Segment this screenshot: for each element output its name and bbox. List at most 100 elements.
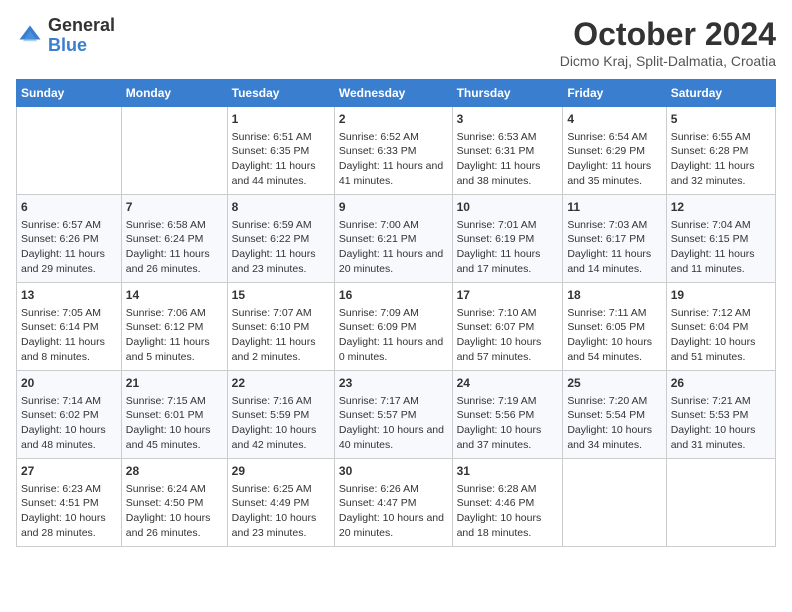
day-number: 5 [671,111,771,128]
calendar-cell: 25 Sunrise: 7:20 AMSunset: 5:54 PMDayligh… [563,371,666,459]
calendar-cell [121,107,227,195]
day-detail: Sunrise: 7:03 AMSunset: 6:17 PMDaylight:… [567,218,661,277]
header-day: Friday [563,80,666,107]
title-block: October 2024 Dicmo Kraj, Split-Dalmatia,… [560,16,776,69]
day-detail: Sunrise: 6:52 AMSunset: 6:33 PMDaylight:… [339,130,448,189]
day-detail: Sunrise: 6:58 AMSunset: 6:24 PMDaylight:… [126,218,223,277]
calendar-cell: 28 Sunrise: 6:24 AMSunset: 4:50 PMDayligh… [121,459,227,547]
logo: General Blue [16,16,115,56]
day-detail: Sunrise: 6:55 AMSunset: 6:28 PMDaylight:… [671,130,771,189]
calendar-cell: 18 Sunrise: 7:11 AMSunset: 6:05 PMDayligh… [563,283,666,371]
day-number: 6 [21,199,117,216]
calendar-cell: 7 Sunrise: 6:58 AMSunset: 6:24 PMDaylight… [121,195,227,283]
calendar-week-row: 27 Sunrise: 6:23 AMSunset: 4:51 PMDayligh… [17,459,776,547]
day-number: 25 [567,375,661,392]
day-number: 16 [339,287,448,304]
day-number: 3 [457,111,559,128]
day-detail: Sunrise: 7:12 AMSunset: 6:04 PMDaylight:… [671,306,771,365]
calendar-cell: 22Sunrise: 7:16 AMSunset: 5:59 PMDayligh… [227,371,334,459]
day-number: 30 [339,463,448,480]
calendar-cell: 2 Sunrise: 6:52 AMSunset: 6:33 PMDaylight… [334,107,452,195]
calendar-cell: 26 Sunrise: 7:21 AMSunset: 5:53 PMDayligh… [666,371,775,459]
day-number: 26 [671,375,771,392]
calendar-cell: 1 Sunrise: 6:51 AMSunset: 6:35 PMDaylight… [227,107,334,195]
calendar-cell: 9 Sunrise: 7:00 AMSunset: 6:21 PMDaylight… [334,195,452,283]
calendar-cell: 24Sunrise: 7:19 AMSunset: 5:56 PMDayligh… [452,371,563,459]
month-title: October 2024 [560,16,776,53]
day-detail: Sunrise: 7:14 AMSunset: 6:02 PMDaylight:… [21,394,117,453]
calendar-cell: 8 Sunrise: 6:59 AMSunset: 6:22 PMDaylight… [227,195,334,283]
day-detail: Sunrise: 6:51 AMSunset: 6:35 PMDaylight:… [232,130,330,189]
day-detail: Sunrise: 6:59 AMSunset: 6:22 PMDaylight:… [232,218,330,277]
day-detail: Sunrise: 7:05 AMSunset: 6:14 PMDaylight:… [21,306,117,365]
day-number: 8 [232,199,330,216]
calendar-cell [666,459,775,547]
calendar-cell [17,107,122,195]
calendar-cell: 19 Sunrise: 7:12 AMSunset: 6:04 PMDayligh… [666,283,775,371]
day-number: 19 [671,287,771,304]
day-number: 27 [21,463,117,480]
day-detail: Sunrise: 7:01 AMSunset: 6:19 PMDaylight:… [457,218,559,277]
day-number: 31 [457,463,559,480]
header-day: Sunday [17,80,122,107]
day-detail: Sunrise: 6:54 AMSunset: 6:29 PMDaylight:… [567,130,661,189]
day-number: 4 [567,111,661,128]
calendar-body: 1 Sunrise: 6:51 AMSunset: 6:35 PMDaylight… [17,107,776,547]
header-day: Monday [121,80,227,107]
day-detail: Sunrise: 7:06 AMSunset: 6:12 PMDaylight:… [126,306,223,365]
day-number: 11 [567,199,661,216]
calendar-cell: 30 Sunrise: 6:26 AMSunset: 4:47 PMDayligh… [334,459,452,547]
day-number: 14 [126,287,223,304]
day-number: 7 [126,199,223,216]
calendar-cell: 15 Sunrise: 7:07 AMSunset: 6:10 PMDayligh… [227,283,334,371]
header-day: Thursday [452,80,563,107]
day-detail: Sunrise: 7:16 AMSunset: 5:59 PMDaylight:… [232,394,330,453]
day-number: 28 [126,463,223,480]
day-detail: Sunrise: 6:26 AMSunset: 4:47 PMDaylight:… [339,482,448,541]
calendar-cell: 3Sunrise: 6:53 AMSunset: 6:31 PMDaylight… [452,107,563,195]
day-detail: Sunrise: 7:10 AMSunset: 6:07 PMDaylight:… [457,306,559,365]
logo-icon [16,22,44,50]
header-row: SundayMondayTuesdayWednesdayThursdayFrid… [17,80,776,107]
calendar-cell: 16 Sunrise: 7:09 AMSunset: 6:09 PMDayligh… [334,283,452,371]
day-detail: Sunrise: 6:24 AMSunset: 4:50 PMDaylight:… [126,482,223,541]
day-detail: Sunrise: 7:11 AMSunset: 6:05 PMDaylight:… [567,306,661,365]
day-number: 29 [232,463,330,480]
day-detail: Sunrise: 7:09 AMSunset: 6:09 PMDaylight:… [339,306,448,365]
calendar-cell: 21Sunrise: 7:15 AMSunset: 6:01 PMDayligh… [121,371,227,459]
calendar-cell: 13 Sunrise: 7:05 AMSunset: 6:14 PMDayligh… [17,283,122,371]
calendar-cell: 4 Sunrise: 6:54 AMSunset: 6:29 PMDaylight… [563,107,666,195]
day-number: 17 [457,287,559,304]
calendar-cell: 10Sunrise: 7:01 AMSunset: 6:19 PMDayligh… [452,195,563,283]
day-number: 18 [567,287,661,304]
day-detail: Sunrise: 7:07 AMSunset: 6:10 PMDaylight:… [232,306,330,365]
day-number: 13 [21,287,117,304]
day-detail: Sunrise: 6:25 AMSunset: 4:49 PMDaylight:… [232,482,330,541]
logo-general-text: General [48,15,115,35]
calendar-week-row: 1 Sunrise: 6:51 AMSunset: 6:35 PMDaylight… [17,107,776,195]
calendar-header: SundayMondayTuesdayWednesdayThursdayFrid… [17,80,776,107]
day-detail: Sunrise: 6:28 AMSunset: 4:46 PMDaylight:… [457,482,559,541]
day-detail: Sunrise: 7:15 AMSunset: 6:01 PMDaylight:… [126,394,223,453]
calendar-cell: 6 Sunrise: 6:57 AMSunset: 6:26 PMDaylight… [17,195,122,283]
day-number: 24 [457,375,559,392]
calendar-table: SundayMondayTuesdayWednesdayThursdayFrid… [16,79,776,547]
day-number: 9 [339,199,448,216]
day-number: 15 [232,287,330,304]
day-detail: Sunrise: 6:57 AMSunset: 6:26 PMDaylight:… [21,218,117,277]
day-detail: Sunrise: 7:20 AMSunset: 5:54 PMDaylight:… [567,394,661,453]
location-text: Dicmo Kraj, Split-Dalmatia, Croatia [560,53,776,69]
calendar-cell: 11 Sunrise: 7:03 AMSunset: 6:17 PMDayligh… [563,195,666,283]
day-detail: Sunrise: 6:23 AMSunset: 4:51 PMDaylight:… [21,482,117,541]
calendar-cell: 23Sunrise: 7:17 AMSunset: 5:57 PMDayligh… [334,371,452,459]
day-number: 1 [232,111,330,128]
header-day: Saturday [666,80,775,107]
logo-blue-text: Blue [48,35,87,55]
page-header: General Blue October 2024 Dicmo Kraj, Sp… [16,16,776,69]
calendar-cell: 27 Sunrise: 6:23 AMSunset: 4:51 PMDayligh… [17,459,122,547]
calendar-cell: 5 Sunrise: 6:55 AMSunset: 6:28 PMDaylight… [666,107,775,195]
day-detail: Sunrise: 7:00 AMSunset: 6:21 PMDaylight:… [339,218,448,277]
day-number: 12 [671,199,771,216]
day-detail: Sunrise: 7:21 AMSunset: 5:53 PMDaylight:… [671,394,771,453]
day-number: 2 [339,111,448,128]
